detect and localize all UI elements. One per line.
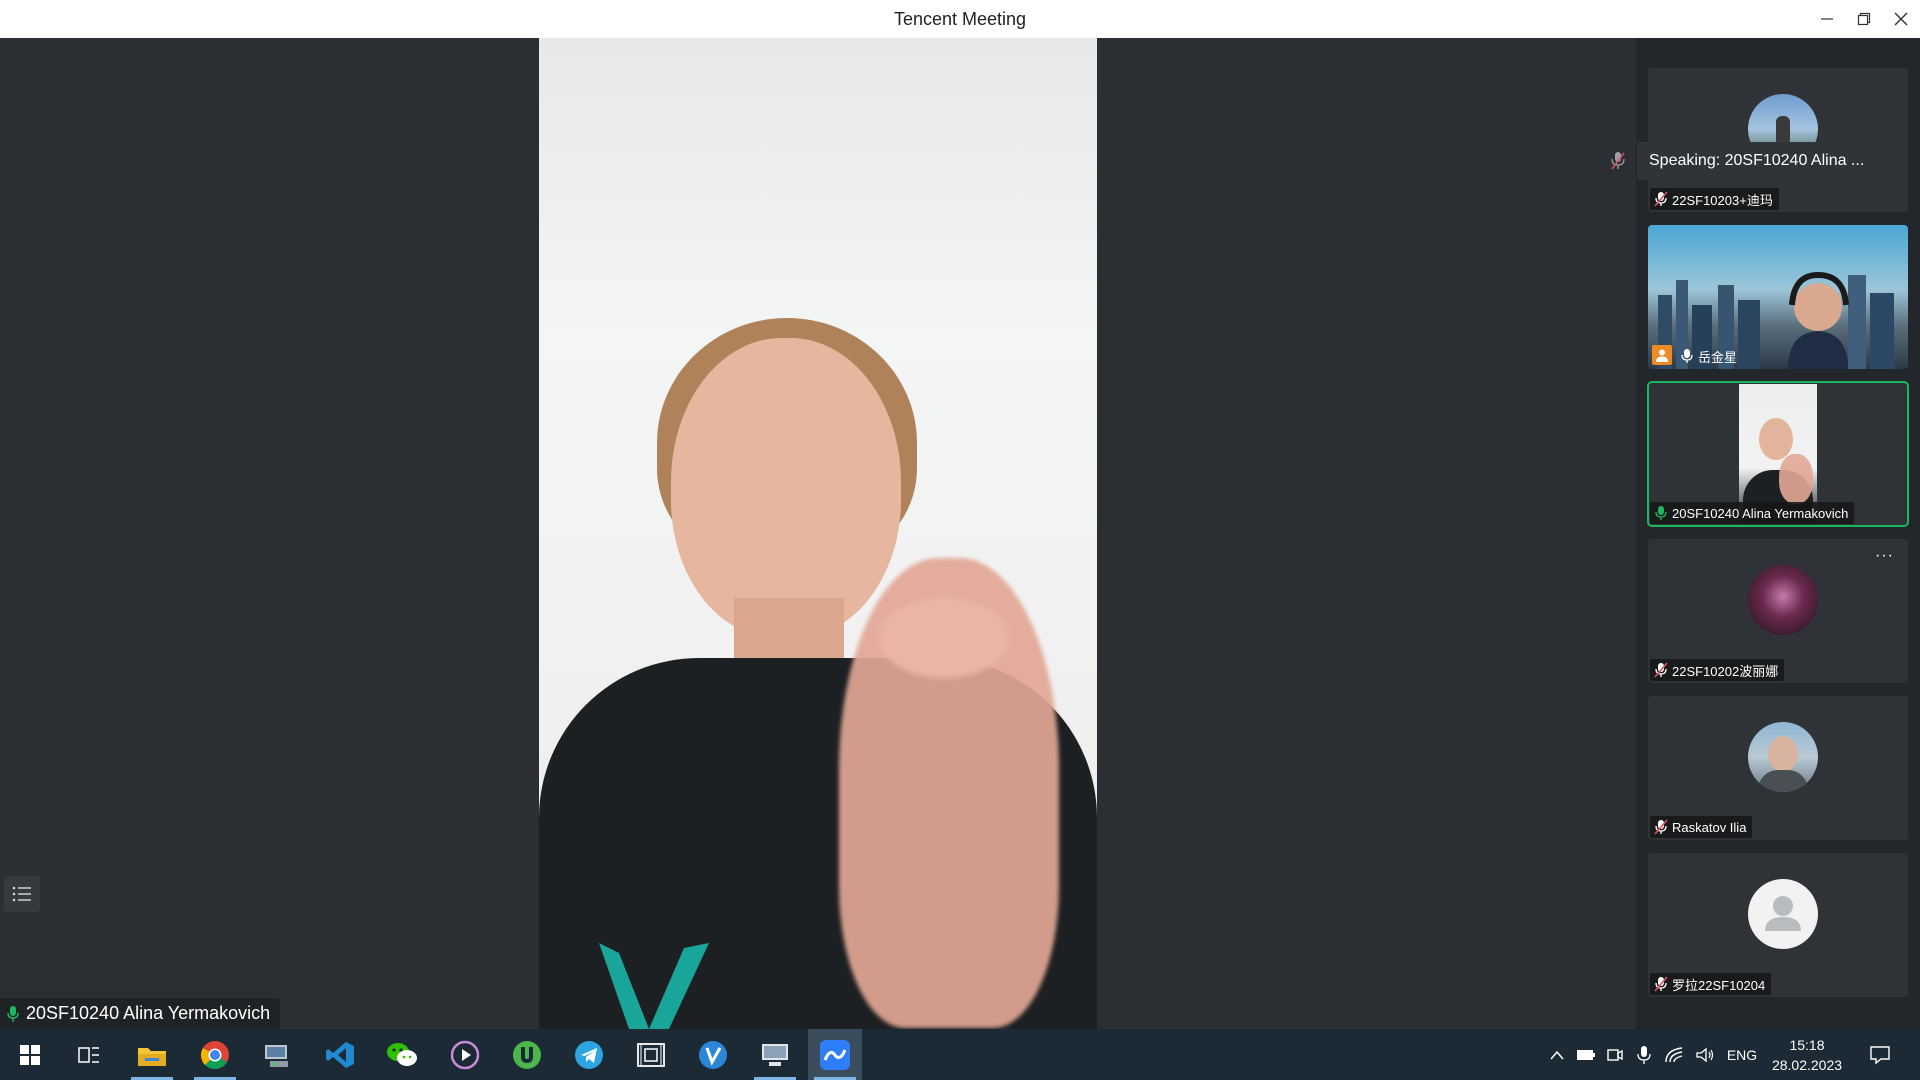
battery-tray[interactable]: [1573, 1029, 1599, 1080]
media-player-icon: [450, 1040, 480, 1069]
start-icon: [20, 1044, 40, 1065]
participant-label: 罗拉22SF10204: [1650, 973, 1772, 995]
clock-date: 28.02.2023: [1771, 1056, 1843, 1073]
mic-active-icon: [1655, 506, 1667, 520]
taskbar-tencent-meeting[interactable]: [808, 1029, 862, 1080]
mic-active-icon: [7, 1005, 19, 1022]
show-hidden-icons-button[interactable]: [1546, 1029, 1568, 1080]
window-title: Tencent Meeting: [893, 9, 1027, 29]
minimize-button[interactable]: [1809, 0, 1845, 38]
microphone-icon: [1637, 1045, 1651, 1064]
vscode-icon: [326, 1041, 354, 1068]
mic-muted-icon: [1654, 191, 1668, 207]
taskbar-video-editor[interactable]: [624, 1029, 678, 1080]
mic-muted-icon: [1654, 976, 1668, 992]
default-avatar-icon: [1748, 879, 1818, 949]
title-bar: Tencent Meeting: [0, 0, 1920, 39]
taskbar-chrome[interactable]: [188, 1029, 242, 1080]
input-language[interactable]: ENG: [1722, 1029, 1762, 1080]
participant-label: 22SF10203+迪玛: [1650, 188, 1779, 210]
action-center-button[interactable]: [1860, 1029, 1900, 1080]
person-icon: [1656, 349, 1668, 362]
main-video[interactable]: [539, 38, 1097, 1029]
system-clock[interactable]: 15:18 28.02.2023: [1766, 1029, 1848, 1080]
minimize-icon: [1821, 18, 1833, 20]
participant-panel: 22SF10203+迪玛 岳金星 20SF10240 Alina Yermako…: [1636, 38, 1920, 1029]
taskbar-telegram[interactable]: [562, 1029, 616, 1080]
wifi-icon: [1665, 1046, 1683, 1062]
participant-name: Raskatov Ilia: [1672, 819, 1747, 835]
main-speaker-tag: 20SF10240 Alina Yermakovich: [0, 998, 281, 1029]
file-explorer-icon: [138, 1047, 166, 1066]
clock-time: 15:18: [1789, 1036, 1825, 1053]
notification-icon: [1870, 1045, 1890, 1064]
avatar: [1748, 722, 1818, 792]
video-face-shape: [671, 338, 901, 638]
host-badge: [1652, 345, 1672, 365]
mic-icon: [1681, 349, 1693, 363]
shirt-logo-graphic: [599, 943, 709, 1029]
task-view-icon: [78, 1046, 99, 1063]
speaking-indicator: Speaking: 20SF10240 Alina ...: [1637, 142, 1897, 180]
video-editor-icon: [637, 1042, 665, 1067]
start-button[interactable]: [3, 1029, 57, 1080]
participant-tile-active[interactable]: 20SF10240 Alina Yermakovich: [1647, 381, 1909, 527]
participant-tile[interactable]: ··· 22SF10202波丽娜: [1648, 539, 1908, 683]
camera-icon: [1607, 1048, 1623, 1061]
participant-tile[interactable]: 22SF10203+迪玛: [1648, 68, 1908, 212]
taskbar-viber[interactable]: [686, 1029, 740, 1080]
participant-label: 岳金星: [1676, 345, 1743, 367]
video-finger-shape: [879, 598, 1009, 678]
remote-desktop-icon: [762, 1043, 788, 1066]
restore-icon: [1857, 12, 1871, 26]
participant-list-toggle[interactable]: [4, 876, 40, 912]
network-drive-icon: [265, 1044, 288, 1067]
participant-tile[interactable]: 岳金星: [1648, 225, 1908, 369]
battery-icon: [1577, 1049, 1595, 1060]
wechat-icon: [387, 1042, 417, 1066]
network-tray[interactable]: [1661, 1029, 1687, 1080]
camera-tray[interactable]: [1603, 1029, 1627, 1080]
chrome-icon: [201, 1040, 229, 1069]
task-view-button[interactable]: [62, 1029, 116, 1080]
participant-tile[interactable]: Raskatov Ilia: [1648, 696, 1908, 840]
viber-icon: [699, 1040, 727, 1069]
participant-name: 岳金星: [1698, 349, 1738, 365]
participant-name: 20SF10240 Alina Yermakovich: [1672, 505, 1849, 521]
mic-muted-icon: [1654, 662, 1668, 678]
taskbar-media-player[interactable]: [438, 1029, 492, 1080]
participant-name: 22SF10202波丽娜: [1672, 663, 1779, 679]
restore-button[interactable]: [1846, 0, 1882, 38]
taskbar-wechat[interactable]: [375, 1029, 429, 1080]
participant-label: Raskatov Ilia: [1650, 816, 1753, 838]
taskbar-network-drive[interactable]: [250, 1029, 304, 1080]
tencent-meeting-icon: [820, 1039, 850, 1070]
taskbar-utorrent[interactable]: [500, 1029, 554, 1080]
taskbar-vscode[interactable]: [313, 1029, 367, 1080]
participant-label: 22SF10202波丽娜: [1650, 659, 1785, 681]
volume-tray[interactable]: [1692, 1029, 1718, 1080]
taskbar-file-explorer[interactable]: [125, 1029, 179, 1080]
chevron-up-icon: [1550, 1050, 1564, 1059]
mic-muted-icon: [1654, 819, 1668, 835]
speaking-text: Speaking: 20SF10240 Alina ...: [1649, 152, 1865, 169]
telegram-icon: [575, 1040, 603, 1069]
volume-icon: [1696, 1047, 1714, 1062]
speaking-mic-icon: [1606, 148, 1630, 174]
participant-name: 罗拉22SF10204: [1672, 977, 1766, 993]
participant-label: 20SF10240 Alina Yermakovich: [1650, 502, 1855, 524]
avatar: [1748, 565, 1818, 635]
utorrent-icon: [513, 1040, 541, 1069]
close-icon: [1894, 12, 1908, 26]
participant-tile[interactable]: 罗拉22SF10204: [1648, 853, 1908, 997]
taskbar-remote-desktop[interactable]: [748, 1029, 802, 1080]
main-speaker-name: 20SF10240 Alina Yermakovich: [26, 1003, 271, 1023]
more-options-icon[interactable]: ···: [1875, 547, 1894, 565]
close-button[interactable]: [1883, 0, 1919, 38]
participant-name: 22SF10203+迪玛: [1672, 192, 1773, 208]
list-icon: [12, 886, 31, 902]
microphone-tray[interactable]: [1633, 1029, 1655, 1080]
main-stage: 20SF10240 Alina Yermakovich: [0, 38, 1636, 1029]
windows-taskbar: ENG 15:18 28.02.2023: [0, 1029, 1920, 1080]
